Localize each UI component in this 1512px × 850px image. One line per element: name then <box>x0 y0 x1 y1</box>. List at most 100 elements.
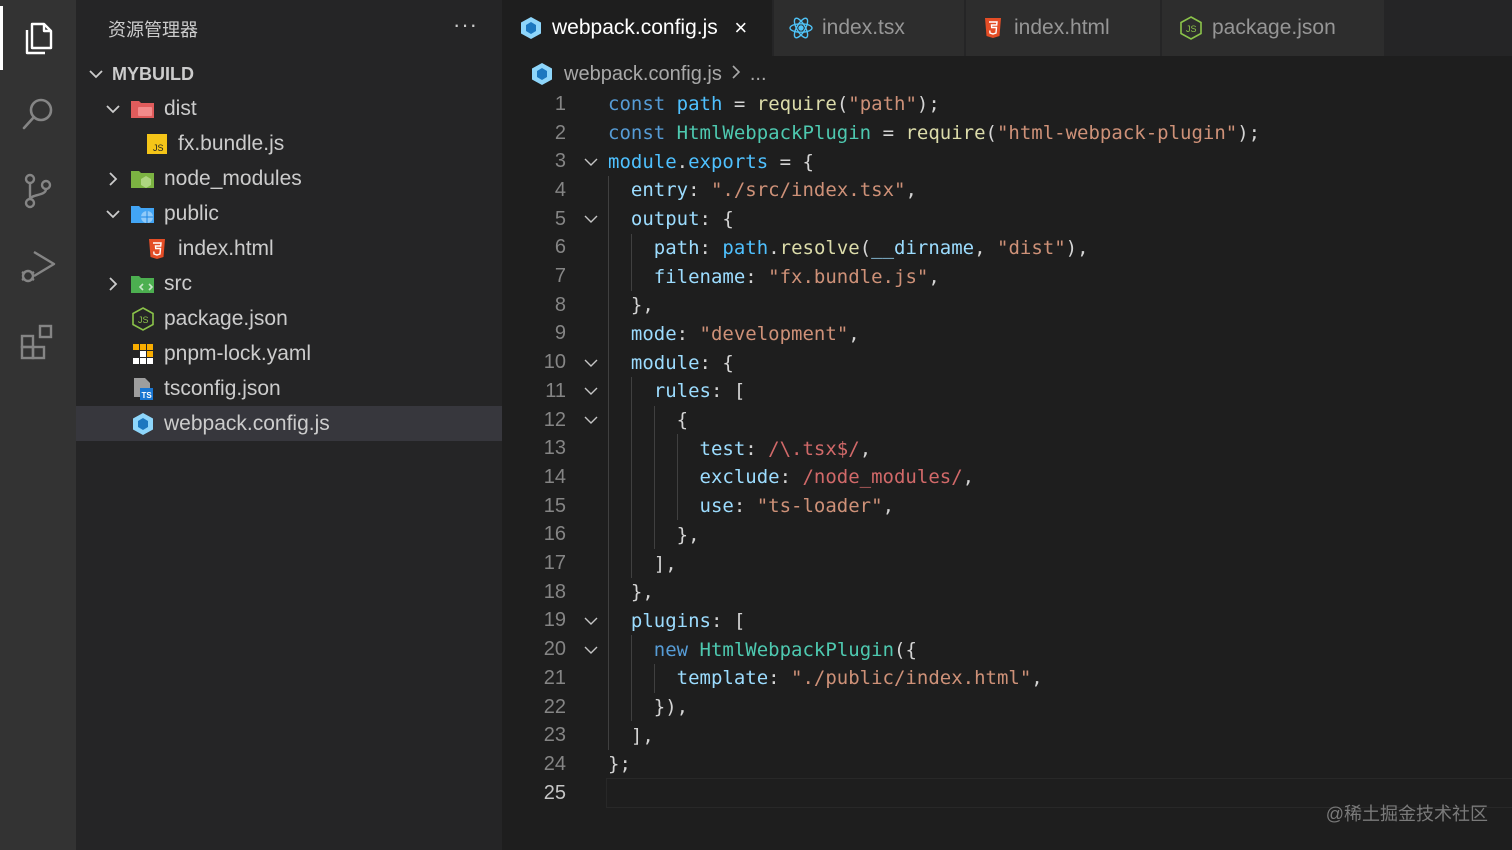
tree-item-node-modules[interactable]: node_modules <box>76 161 502 196</box>
chevron-right-icon <box>102 168 124 190</box>
editor-tabs: webpack.config.js × index.tsx index.html… <box>502 0 1512 56</box>
tree-item-package-json[interactable]: JS package.json <box>76 301 502 336</box>
breadcrumb-file[interactable]: webpack.config.js <box>564 63 722 86</box>
explorer-icon[interactable] <box>0 2 76 74</box>
line-number: 5 <box>554 207 566 230</box>
webpack-file-icon <box>130 412 156 436</box>
code-text: ], <box>608 724 654 747</box>
react-file-icon <box>788 16 814 40</box>
code-line[interactable]: 4 entry: "./src/index.tsx", <box>502 176 1512 205</box>
fold-chevron-icon[interactable] <box>582 210 600 228</box>
line-number: 23 <box>543 724 566 747</box>
tree-item-pnpm-lock-yaml[interactable]: pnpm-lock.yaml <box>76 336 502 371</box>
explorer-sidebar: 资源管理器 ··· MYBUILD dist JS fx.bundle.js n… <box>76 0 502 850</box>
svg-text:JS: JS <box>153 143 164 153</box>
line-number: 6 <box>554 236 566 259</box>
line-number: 12 <box>543 408 566 431</box>
svg-text:TS: TS <box>142 391 153 400</box>
code-text: new HtmlWebpackPlugin({ <box>653 638 917 661</box>
code-text: use: "ts-loader", <box>699 495 895 518</box>
fold-chevron-icon[interactable] <box>582 612 600 630</box>
fold-chevron-icon[interactable] <box>582 382 600 400</box>
indent-guide <box>608 176 609 751</box>
code-line[interactable]: 18 }, <box>502 578 1512 607</box>
code-text: filename: "fx.bundle.js", <box>653 265 940 288</box>
tree-item-fx-bundle-js[interactable]: JS fx.bundle.js <box>76 126 502 161</box>
tab-index-html[interactable]: index.html <box>966 0 1160 56</box>
code-line[interactable]: 2 const HtmlWebpackPlugin = require("html… <box>502 119 1512 148</box>
code-text: module: { <box>630 351 734 374</box>
webpack-file-icon <box>530 62 554 86</box>
code-line[interactable]: 17 ], <box>502 549 1512 578</box>
code-line[interactable]: 24}; <box>502 750 1512 779</box>
fold-chevron-icon[interactable] <box>582 411 600 429</box>
svg-text:JS: JS <box>138 315 149 325</box>
code-line[interactable]: 3 module.exports = { <box>502 147 1512 176</box>
tree-item-webpack-config-js[interactable]: webpack.config.js <box>76 406 502 441</box>
tree-item-dist[interactable]: dist <box>76 91 502 126</box>
code-line[interactable]: 20 new HtmlWebpackPlugin({ <box>502 635 1512 664</box>
tab-index-tsx[interactable]: index.tsx <box>774 0 964 56</box>
fold-chevron-icon[interactable] <box>582 354 600 372</box>
line-number: 4 <box>554 178 566 201</box>
tree-item-index-html[interactable]: index.html <box>76 231 502 266</box>
chevron-down-icon <box>80 65 112 83</box>
run-debug-icon[interactable] <box>0 230 76 302</box>
code-editor[interactable]: 1 const path = require("path"); 2 const Htm… <box>502 90 1512 850</box>
indent-guide <box>653 405 655 550</box>
webpack-file-icon <box>518 16 544 40</box>
html-file-icon <box>144 237 170 261</box>
line-number: 21 <box>543 666 566 689</box>
code-text: module.exports = { <box>608 150 814 173</box>
code-line[interactable]: 9 mode: "development", <box>502 320 1512 349</box>
breadcrumb-ellipsis[interactable]: ... <box>750 63 767 86</box>
tree-item-tsconfig-json[interactable]: TS tsconfig.json <box>76 371 502 406</box>
folder-node-icon <box>130 167 156 191</box>
code-line[interactable]: 6 path: path.resolve(__dirname, "dist"), <box>502 234 1512 263</box>
line-number: 18 <box>543 580 566 603</box>
close-tab-button[interactable]: × <box>730 15 752 41</box>
code-text: }), <box>608 696 689 719</box>
code-line[interactable]: 10 module: { <box>502 348 1512 377</box>
tree-item-src[interactable]: src <box>76 266 502 301</box>
line-number: 25 <box>543 781 566 804</box>
code-text: path: path.resolve(__dirname, "dist"), <box>653 236 1089 259</box>
line-number: 19 <box>543 609 566 632</box>
more-actions-button[interactable]: ··· <box>453 12 478 38</box>
line-number: 7 <box>554 265 566 288</box>
fold-chevron-icon[interactable] <box>582 153 600 171</box>
fold-chevron-icon[interactable] <box>582 641 600 659</box>
chevron-right-icon <box>730 63 742 86</box>
svg-text:JS: JS <box>1186 24 1197 34</box>
code-line[interactable]: 5 output: { <box>502 205 1512 234</box>
code-text: plugins: [ <box>630 609 746 632</box>
code-line[interactable]: 22 }), <box>502 693 1512 722</box>
code-text: rules: [ <box>653 380 746 403</box>
js-file-icon: JS <box>144 132 170 156</box>
line-number: 22 <box>543 695 566 718</box>
nodejs-file-icon: JS <box>130 306 156 331</box>
chevron-right-icon <box>102 273 124 295</box>
line-number: 11 <box>545 379 566 402</box>
code-text: const HtmlWebpackPlugin = require("html-… <box>608 122 1261 145</box>
workspace-section-header[interactable]: MYBUILD <box>76 58 502 90</box>
code-line[interactable]: 23 ], <box>502 721 1512 750</box>
code-line[interactable]: 8 }, <box>502 291 1512 320</box>
tab-package-json[interactable]: JS package.json <box>1162 0 1384 56</box>
tree-item-public[interactable]: public <box>76 196 502 231</box>
extensions-icon[interactable] <box>0 306 76 378</box>
line-number: 10 <box>543 351 566 374</box>
code-text: output: { <box>630 208 734 231</box>
source-control-icon[interactable] <box>0 154 76 226</box>
indent-guide <box>630 635 632 722</box>
tab-webpack-config-js[interactable]: webpack.config.js × <box>502 0 772 56</box>
chevron-down-icon <box>102 98 124 120</box>
code-text: const path = require("path"); <box>608 93 940 116</box>
line-number: 15 <box>543 494 566 517</box>
code-line[interactable]: 19 plugins: [ <box>502 607 1512 636</box>
search-icon[interactable] <box>0 78 76 150</box>
line-number: 9 <box>554 322 566 345</box>
code-line[interactable]: 1 const path = require("path"); <box>502 90 1512 119</box>
code-line[interactable]: 11 rules: [ <box>502 377 1512 406</box>
code-line[interactable]: 7 filename: "fx.bundle.js", <box>502 262 1512 291</box>
